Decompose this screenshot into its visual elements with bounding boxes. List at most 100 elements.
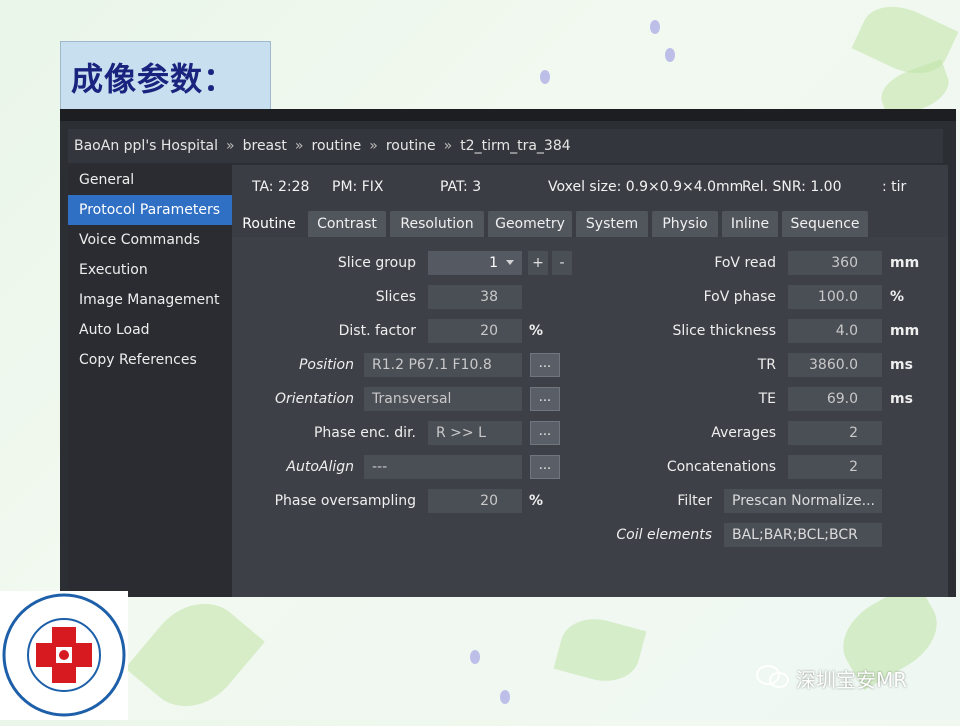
slide-title: 成像参数： xyxy=(71,60,237,98)
breadcrumb-item[interactable]: breast xyxy=(243,138,287,154)
fov-phase-unit: % xyxy=(890,289,905,305)
status-pat: PAT: 3 xyxy=(440,179,482,195)
phase-enc-dir-label: Phase enc. dir. xyxy=(313,425,416,441)
wechat-icon xyxy=(756,665,789,688)
position-label: Position xyxy=(298,357,354,373)
coil-elements-field[interactable]: BAL;BAR;BCL;BCR xyxy=(724,523,882,547)
background-flower xyxy=(665,48,675,62)
tab-bar: Routine Contrast Resolution Geometry Sys… xyxy=(232,211,948,237)
sidebar-item-image-management[interactable]: Image Management xyxy=(68,285,232,315)
fov-phase-stepper[interactable]: 100.0 xyxy=(788,285,882,309)
slices-label: Slices xyxy=(375,289,416,305)
fov-read-stepper[interactable]: 360 xyxy=(788,251,882,275)
tab-physio[interactable]: Physio xyxy=(652,211,718,237)
dist-factor-label: Dist. factor xyxy=(338,323,416,339)
fov-phase-label: FoV phase xyxy=(703,289,776,305)
te-stepper[interactable]: 69.0 xyxy=(788,387,882,411)
routine-panel: Slice group 1 + - Slices 38 Dist. factor… xyxy=(232,237,948,597)
concatenations-label: Concatenations xyxy=(666,459,776,475)
sidebar-item-general[interactable]: General xyxy=(68,165,232,195)
tab-sequence[interactable]: Sequence xyxy=(782,211,868,237)
status-ta: TA: 2:28 xyxy=(252,179,310,195)
slice-thickness-stepper[interactable]: 4.0 xyxy=(788,319,882,343)
dist-factor-unit: % xyxy=(529,323,544,339)
averages-stepper[interactable]: 2 xyxy=(788,421,882,445)
phase-oversampling-label: Phase oversampling xyxy=(274,493,416,509)
autoalign-more-button[interactable]: ... xyxy=(530,455,560,479)
breadcrumb-item[interactable]: routine xyxy=(312,138,362,154)
slice-thickness-unit: mm xyxy=(890,323,920,339)
orientation-dropdown[interactable]: Transversal xyxy=(364,387,522,411)
status-sequence: : tir xyxy=(882,179,907,195)
dist-factor-stepper[interactable]: 20 xyxy=(428,319,522,343)
te-unit: ms xyxy=(890,391,913,407)
breadcrumb-separator: » xyxy=(443,138,453,154)
slice-group-add-button[interactable]: + xyxy=(528,251,548,275)
position-field[interactable]: R1.2 P67.1 F10.8 xyxy=(364,353,522,377)
breadcrumb-item[interactable]: routine xyxy=(386,138,436,154)
status-rel-snr: Rel. SNR: 1.00 xyxy=(742,179,842,195)
phase-enc-dir-more-button[interactable]: ... xyxy=(530,421,560,445)
autoalign-dropdown[interactable]: --- xyxy=(364,455,522,479)
breadcrumb: BaoAn ppl's Hospital » breast » routine » rout… xyxy=(68,129,943,163)
tr-stepper[interactable]: 3860.0 xyxy=(788,353,882,377)
te-label: TE xyxy=(758,391,776,407)
orientation-more-button[interactable]: ... xyxy=(530,387,560,411)
filter-field[interactable]: Prescan Normalize... xyxy=(724,489,882,513)
fov-read-unit: mm xyxy=(890,255,920,271)
background-leaf xyxy=(125,583,265,726)
chevron-down-icon xyxy=(506,260,514,265)
sidebar-item-protocol-parameters[interactable]: Protocol Parameters xyxy=(68,195,232,225)
tab-contrast[interactable]: Contrast xyxy=(308,211,386,237)
status-voxel-size: Voxel size: 0.9×0.9×4.0mm xyxy=(548,179,744,195)
sidebar-item-auto-load[interactable]: Auto Load xyxy=(68,315,232,345)
tr-unit: ms xyxy=(890,357,913,373)
slice-group-value: 1 xyxy=(489,255,498,271)
background-leaf xyxy=(553,610,647,690)
background-flower xyxy=(500,690,510,704)
scanner-screen: BaoAn ppl's Hospital » breast » routine » rout… xyxy=(60,109,956,597)
sidebar: General Protocol Parameters Voice Comman… xyxy=(68,165,232,597)
tr-label: TR xyxy=(757,357,776,373)
slice-group-dropdown[interactable]: 1 xyxy=(428,251,522,275)
phase-enc-dir-dropdown[interactable]: R >> L xyxy=(428,421,522,445)
slice-group-label: Slice group xyxy=(337,255,416,271)
sidebar-item-voice-commands[interactable]: Voice Commands xyxy=(68,225,232,255)
breadcrumb-separator: » xyxy=(294,138,304,154)
slice-group-remove-button[interactable]: - xyxy=(552,251,572,275)
hospital-logo xyxy=(0,591,128,720)
screen-top-strip xyxy=(60,109,956,121)
tab-resolution[interactable]: Resolution xyxy=(390,211,484,237)
phase-oversampling-unit: % xyxy=(529,493,544,509)
hospital-logo-icon xyxy=(2,593,126,717)
orientation-label: Orientation xyxy=(274,391,354,407)
slide-title-box: 成像参数： xyxy=(60,41,271,111)
breadcrumb-separator: » xyxy=(369,138,378,154)
fov-read-label: FoV read xyxy=(714,255,776,271)
coil-elements-label: Coil elements xyxy=(616,527,712,543)
breadcrumb-item[interactable]: t2_tirm_tra_384 xyxy=(460,138,570,154)
position-more-button[interactable]: ... xyxy=(530,353,560,377)
breadcrumb-separator: » xyxy=(226,138,235,154)
averages-label: Averages xyxy=(711,425,776,441)
background-flower xyxy=(540,70,550,84)
status-pm: PM: FIX xyxy=(332,179,384,195)
slices-stepper[interactable]: 38 xyxy=(428,285,522,309)
sidebar-item-copy-references[interactable]: Copy References xyxy=(68,345,232,375)
breadcrumb-item[interactable]: BaoAn ppl's Hospital xyxy=(74,138,218,154)
filter-label: Filter xyxy=(677,493,712,509)
concatenations-stepper[interactable]: 2 xyxy=(788,455,882,479)
phase-oversampling-stepper[interactable]: 20 xyxy=(428,489,522,513)
watermark-text: 深圳宝安MR xyxy=(796,668,908,692)
tab-inline[interactable]: Inline xyxy=(722,211,778,237)
tab-system[interactable]: System xyxy=(576,211,648,237)
sidebar-item-execution[interactable]: Execution xyxy=(68,255,232,285)
tab-routine[interactable]: Routine xyxy=(234,211,304,237)
tab-geometry[interactable]: Geometry xyxy=(488,211,572,237)
background-flower xyxy=(470,650,480,664)
background-flower xyxy=(650,20,660,34)
status-bar: TA: 2:28 PM: FIX PAT: 3 Voxel size: 0.9×… xyxy=(232,165,948,205)
main-panel: TA: 2:28 PM: FIX PAT: 3 Voxel size: 0.9×… xyxy=(232,165,948,597)
autoalign-label: AutoAlign xyxy=(286,459,354,475)
slice-thickness-label: Slice thickness xyxy=(672,323,776,339)
